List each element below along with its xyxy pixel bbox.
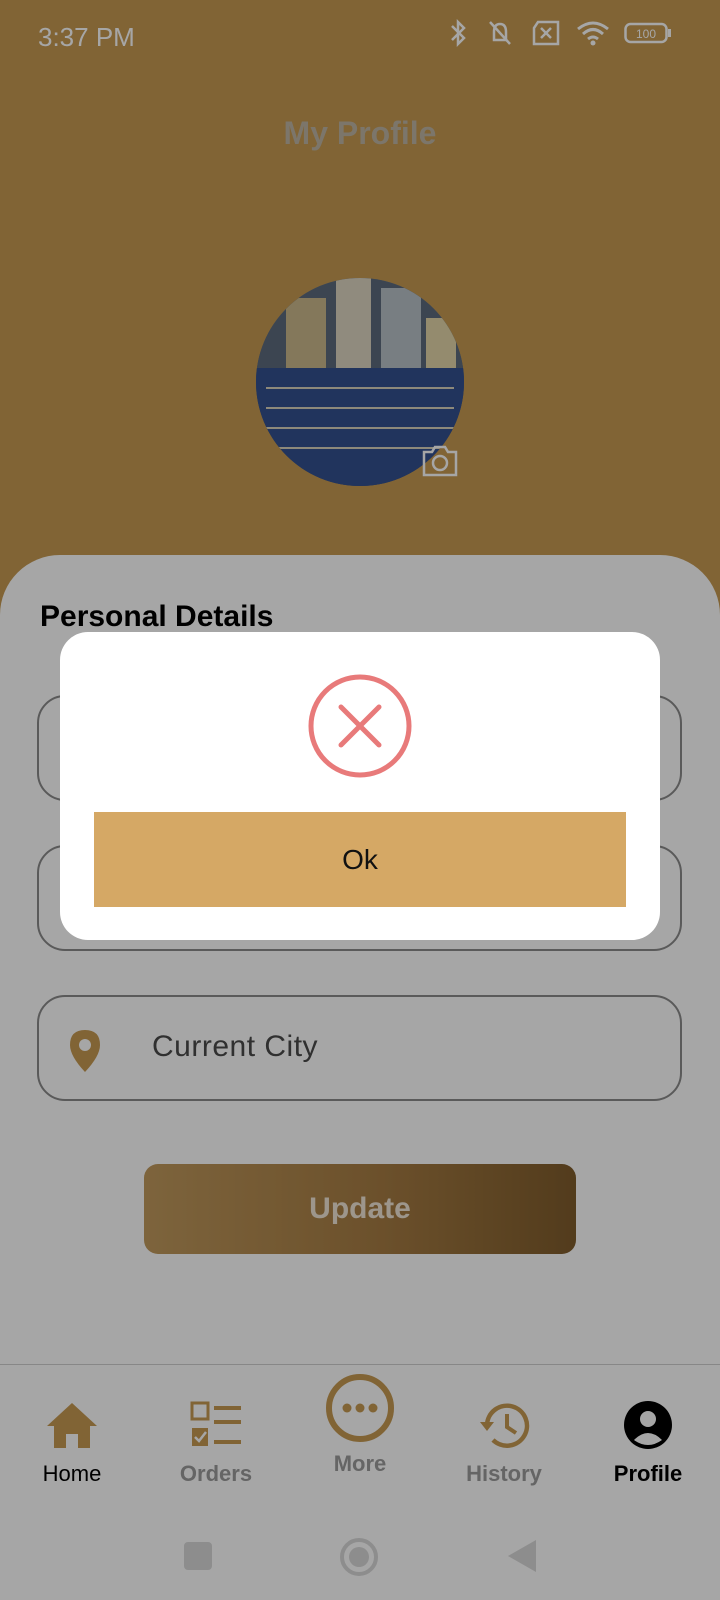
error-x-icon [308, 674, 412, 778]
ok-button[interactable]: Ok [94, 812, 626, 907]
